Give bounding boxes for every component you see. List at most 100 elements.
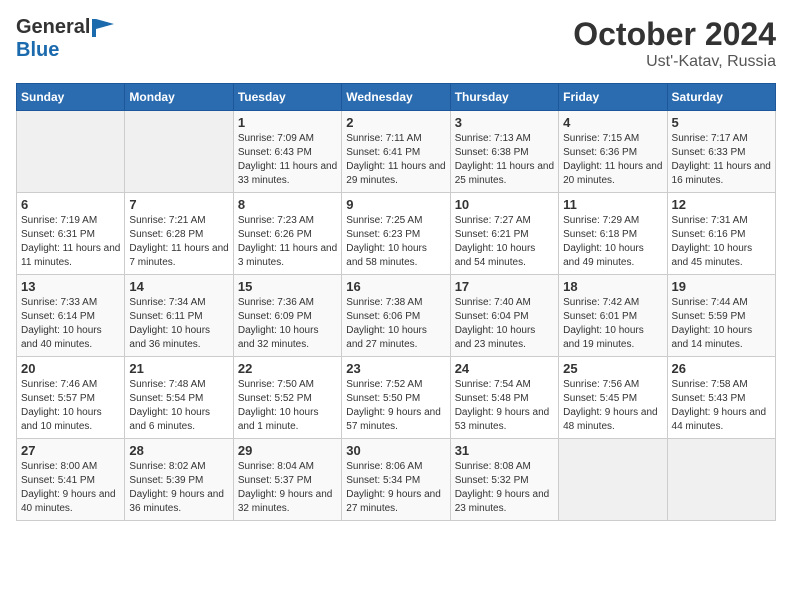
weekday-header-wednesday: Wednesday [342,84,450,111]
calendar-cell: 5 Sunrise: 7:17 AMSunset: 6:33 PMDaylight… [667,111,775,193]
calendar-cell: 2Sunrise: 7:11 AMSunset: 6:41 PMDaylight… [342,111,450,193]
calendar-cell: 4Sunrise: 7:15 AMSunset: 6:36 PMDaylight… [559,111,667,193]
day-number: 18 [563,279,662,294]
weekday-header-monday: Monday [125,84,233,111]
logo-flag-icon [92,19,114,37]
day-info: Sunrise: 7:46 AMSunset: 5:57 PMDaylight:… [21,378,120,434]
day-number: 8 [238,197,337,212]
calendar-cell [17,111,125,193]
calendar-table: SundayMondayTuesdayWednesdayThursdayFrid… [16,83,776,521]
calendar-cell: 26 Sunrise: 7:58 AMSunset: 5:43 PMDayligh… [667,357,775,439]
calendar-cell: 30Sunrise: 8:06 AMSunset: 5:34 PMDayligh… [342,439,450,521]
day-number: 12 [672,197,771,212]
day-number: 2 [346,115,445,130]
calendar-cell: 7 Sunrise: 7:21 AMSunset: 6:28 PMDaylight… [125,193,233,275]
day-info: Sunrise: 7:23 AMSunset: 6:26 PMDaylight:… [238,214,337,270]
weekday-header-friday: Friday [559,84,667,111]
calendar-cell: 13Sunrise: 7:33 AMSunset: 6:14 PMDayligh… [17,275,125,357]
day-info: Sunrise: 7:19 AMSunset: 6:31 PMDaylight:… [21,214,120,270]
calendar-cell: 22 Sunrise: 7:50 AMSunset: 5:52 PMDayligh… [233,357,341,439]
day-info: Sunrise: 7:29 AMSunset: 6:18 PMDaylight:… [563,214,662,270]
day-number: 7 [129,197,228,212]
day-info: Sunrise: 8:04 AMSunset: 5:37 PMDaylight:… [238,460,337,516]
day-number: 14 [129,279,228,294]
day-number: 6 [21,197,120,212]
day-number: 28 [129,443,228,458]
calendar-cell: 21 Sunrise: 7:48 AMSunset: 5:54 PMDayligh… [125,357,233,439]
day-number: 29 [238,443,337,458]
day-info: Sunrise: 7:56 AMSunset: 5:45 PMDaylight:… [563,378,662,434]
day-info: Sunrise: 8:02 AMSunset: 5:39 PMDaylight:… [129,460,228,516]
calendar-cell: 29 Sunrise: 8:04 AMSunset: 5:37 PMDayligh… [233,439,341,521]
week-row-3: 13Sunrise: 7:33 AMSunset: 6:14 PMDayligh… [17,275,776,357]
calendar-cell: 23 Sunrise: 7:52 AMSunset: 5:50 PMDayligh… [342,357,450,439]
calendar-subtitle: Ust'-Katav, Russia [573,53,776,71]
calendar-cell: 16 Sunrise: 7:38 AMSunset: 6:06 PMDayligh… [342,275,450,357]
day-info: Sunrise: 7:38 AMSunset: 6:06 PMDaylight:… [346,296,445,352]
day-number: 9 [346,197,445,212]
calendar-cell: 28 Sunrise: 8:02 AMSunset: 5:39 PMDayligh… [125,439,233,521]
title-block: October 2024 Ust'-Katav, Russia [573,16,776,71]
day-number: 11 [563,197,662,212]
week-row-2: 6 Sunrise: 7:19 AMSunset: 6:31 PMDaylight… [17,193,776,275]
calendar-cell: 9Sunrise: 7:25 AMSunset: 6:23 PMDaylight… [342,193,450,275]
calendar-cell: 19 Sunrise: 7:44 AMSunset: 5:59 PMDayligh… [667,275,775,357]
calendar-cell [559,439,667,521]
day-number: 17 [455,279,554,294]
day-info: Sunrise: 7:48 AMSunset: 5:54 PMDaylight:… [129,378,228,434]
day-info: Sunrise: 7:42 AMSunset: 6:01 PMDaylight:… [563,296,662,352]
day-number: 16 [346,279,445,294]
day-info: Sunrise: 7:58 AMSunset: 5:43 PMDaylight:… [672,378,771,434]
day-number: 5 [672,115,771,130]
calendar-cell: 18 Sunrise: 7:42 AMSunset: 6:01 PMDayligh… [559,275,667,357]
logo: General Blue [16,16,114,62]
day-number: 23 [346,361,445,376]
day-info: Sunrise: 7:17 AMSunset: 6:33 PMDaylight:… [672,132,771,188]
week-row-4: 20 Sunrise: 7:46 AMSunset: 5:57 PMDayligh… [17,357,776,439]
day-info: Sunrise: 7:13 AMSunset: 6:38 PMDaylight:… [455,132,554,188]
calendar-cell: 12Sunrise: 7:31 AMSunset: 6:16 PMDayligh… [667,193,775,275]
weekday-header-sunday: Sunday [17,84,125,111]
calendar-cell: 25 Sunrise: 7:56 AMSunset: 5:45 PMDayligh… [559,357,667,439]
day-number: 27 [21,443,120,458]
calendar-title: October 2024 [573,16,776,53]
day-number: 25 [563,361,662,376]
logo-blue-text: Blue [16,39,59,61]
calendar-cell [667,439,775,521]
calendar-cell: 15 Sunrise: 7:36 AMSunset: 6:09 PMDayligh… [233,275,341,357]
day-info: Sunrise: 7:36 AMSunset: 6:09 PMDaylight:… [238,296,337,352]
day-number: 22 [238,361,337,376]
day-info: Sunrise: 8:06 AMSunset: 5:34 PMDaylight:… [346,460,445,516]
calendar-cell: 27 Sunrise: 8:00 AMSunset: 5:41 PMDayligh… [17,439,125,521]
weekday-header-tuesday: Tuesday [233,84,341,111]
day-number: 24 [455,361,554,376]
day-info: Sunrise: 7:44 AMSunset: 5:59 PMDaylight:… [672,296,771,352]
day-info: Sunrise: 7:34 AMSunset: 6:11 PMDaylight:… [129,296,228,352]
week-row-1: 1Sunrise: 7:09 AMSunset: 6:43 PMDaylight… [17,111,776,193]
day-info: Sunrise: 7:50 AMSunset: 5:52 PMDaylight:… [238,378,337,434]
day-info: Sunrise: 8:00 AMSunset: 5:41 PMDaylight:… [21,460,120,516]
day-number: 26 [672,361,771,376]
day-number: 4 [563,115,662,130]
day-number: 10 [455,197,554,212]
calendar-cell: 3 Sunrise: 7:13 AMSunset: 6:38 PMDaylight… [450,111,558,193]
day-number: 31 [455,443,554,458]
day-number: 1 [238,115,337,130]
day-info: Sunrise: 7:33 AMSunset: 6:14 PMDaylight:… [21,296,120,352]
day-number: 15 [238,279,337,294]
weekday-header-saturday: Saturday [667,84,775,111]
day-number: 20 [21,361,120,376]
calendar-cell: 31Sunrise: 8:08 AMSunset: 5:32 PMDayligh… [450,439,558,521]
calendar-cell: 20 Sunrise: 7:46 AMSunset: 5:57 PMDayligh… [17,357,125,439]
calendar-cell [125,111,233,193]
day-info: Sunrise: 7:54 AMSunset: 5:48 PMDaylight:… [455,378,554,434]
calendar-cell: 17Sunrise: 7:40 AMSunset: 6:04 PMDayligh… [450,275,558,357]
page-header: General Blue October 2024 Ust'-Katav, Ru… [16,16,776,71]
day-info: Sunrise: 7:52 AMSunset: 5:50 PMDaylight:… [346,378,445,434]
day-info: Sunrise: 7:21 AMSunset: 6:28 PMDaylight:… [129,214,228,270]
day-number: 19 [672,279,771,294]
day-info: Sunrise: 7:27 AMSunset: 6:21 PMDaylight:… [455,214,554,270]
day-number: 3 [455,115,554,130]
day-number: 21 [129,361,228,376]
weekday-header-thursday: Thursday [450,84,558,111]
